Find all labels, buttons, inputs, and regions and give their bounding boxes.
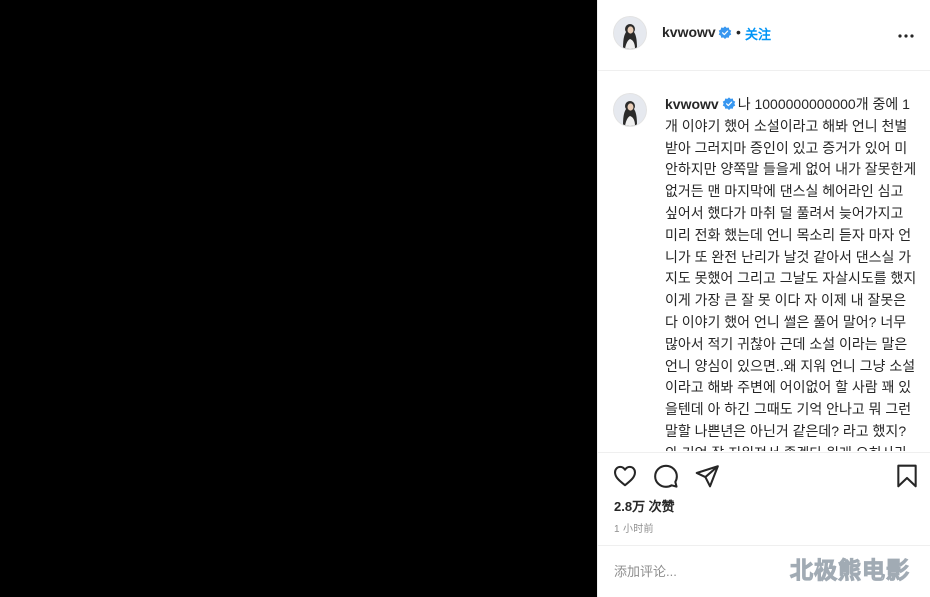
comment-input[interactable] [614,560,914,582]
author-username[interactable]: kvwowv [662,24,716,40]
separator-dot: • [736,24,741,40]
bookmark-icon[interactable] [894,463,920,489]
verified-badge-icon [722,97,735,110]
post-side-panel: kvwowv • 关注 kvwowv 나 1000000000000개 중에 1개… [597,0,930,597]
heart-icon[interactable] [612,463,638,489]
follow-button[interactable]: 关注 [745,24,771,43]
post-timestamp[interactable]: 1 小时前 [614,520,654,535]
post-media[interactable] [0,0,597,597]
author-avatar[interactable] [614,17,646,49]
paper-plane-icon[interactable] [694,463,720,489]
action-bar [598,452,930,492]
verified-badge-icon [718,26,732,39]
post-header: kvwowv • 关注 [598,0,930,71]
caption-text-block: kvwowv 나 1000000000000개 중에 1개 이야기 했어 소설이라… [665,94,917,451]
more-options-icon[interactable] [894,24,918,48]
add-comment-bar [598,545,930,597]
caption-author-avatar[interactable] [614,94,646,126]
comment-bubble-icon[interactable] [653,463,679,489]
caption-text: 나 1000000000000개 중에 1개 이야기 했어 소설이라고 해봐 언… [665,96,917,451]
caption-username[interactable]: kvwowv [665,96,719,112]
profile-photo-icon [614,94,646,126]
caption-section[interactable]: kvwowv 나 1000000000000개 중에 1개 이야기 했어 소설이라… [598,72,930,451]
profile-photo-icon [614,17,646,49]
like-count[interactable]: 2.8万 次赞 [614,496,675,515]
